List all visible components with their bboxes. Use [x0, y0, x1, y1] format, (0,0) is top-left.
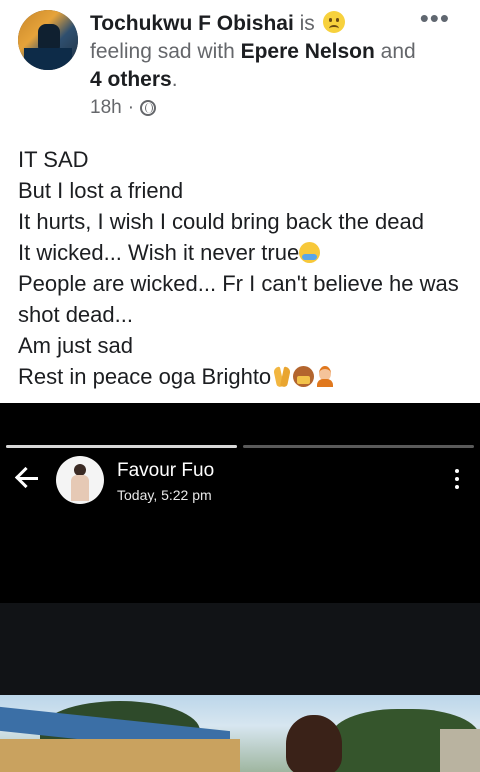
meta-dot: ·	[127, 97, 135, 118]
post-line: But I lost a friend	[18, 178, 184, 203]
and-text: and	[374, 40, 416, 63]
author-avatar[interactable]	[18, 10, 78, 70]
story-progress-fill-1	[6, 445, 237, 448]
post-line-with-emoji: Rest in peace oga Brighto	[18, 361, 473, 392]
others-link[interactable]: 4 others	[90, 68, 172, 91]
story-user-name[interactable]: Favour Fuo	[117, 460, 214, 482]
post-line: People are wicked... Fr I can't believe …	[18, 271, 459, 327]
is-text: is	[293, 12, 321, 35]
praying-hands-icon	[271, 366, 293, 387]
more-vertical-icon[interactable]	[454, 469, 460, 491]
post-line: It wicked... Wish it never true	[18, 240, 300, 265]
post-line: Am just sad	[18, 333, 133, 358]
person-emoji-icon	[314, 366, 335, 387]
period-text: .	[171, 68, 178, 91]
story-timestamp: Today, 5:22 pm	[117, 487, 212, 503]
globe-icon	[140, 100, 157, 116]
post-line: IT SAD	[18, 147, 89, 172]
story-avatar[interactable]	[56, 456, 104, 504]
post-text: IT SAD But I lost a friend It hurts, I w…	[18, 144, 473, 392]
post-headline: Tochukwu F Obishai is feeling sad with E…	[90, 10, 420, 94]
post-meta: 18h ·	[90, 97, 157, 119]
story-progress-bar-2	[243, 445, 474, 448]
post-header: Tochukwu F Obishai is feeling sad with E…	[0, 0, 480, 130]
post-time[interactable]: 18h	[90, 97, 122, 119]
author-name[interactable]: Tochukwu F Obishai	[90, 12, 294, 35]
face-palm-emoji-icon	[293, 366, 315, 387]
post-line: It hurts, I wish I could bring back the …	[18, 209, 425, 234]
sad-emoji-icon	[322, 11, 345, 33]
crying-emoji-icon	[299, 242, 321, 263]
feeling-text: feeling sad with	[90, 40, 241, 63]
post-line-with-emoji: It wicked... Wish it never true	[18, 237, 473, 268]
story-screenshot[interactable]: Favour Fuo Today, 5:22 pm	[0, 403, 480, 772]
story-progress-bar-1	[6, 445, 237, 448]
story-photo	[0, 695, 480, 772]
story-content-dark	[0, 603, 480, 695]
back-arrow-icon[interactable]	[14, 465, 40, 491]
post-line: Rest in peace oga Brighto	[18, 364, 272, 389]
tagged-person[interactable]: Epere Nelson	[241, 40, 375, 63]
more-options-icon[interactable]: •••	[420, 5, 450, 31]
